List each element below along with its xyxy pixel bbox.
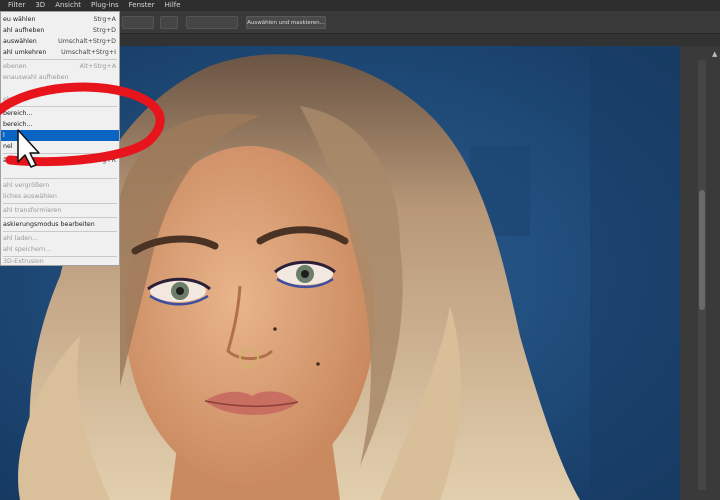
document-tab-bar (120, 34, 720, 46)
menu-item-focus-area[interactable]: bereich... (1, 119, 119, 130)
menu-item-inverse[interactable]: ahl umkehren Umschalt+Strg+I (1, 47, 119, 58)
select-and-mask-button[interactable]: Auswählen und maskieren... (246, 16, 326, 29)
menu-item-subject[interactable]: l (1, 130, 119, 141)
menu-ansicht[interactable]: Ansicht (50, 0, 86, 11)
menu-separator (3, 178, 117, 179)
menu-separator (3, 231, 117, 232)
menu-plugins[interactable]: Plug-ins (86, 0, 124, 11)
menu-separator (3, 106, 117, 107)
menu-item-all-layers[interactable]: ebenen Alt+Strg+A (1, 61, 119, 72)
options-field-2[interactable] (186, 16, 238, 29)
menu-item-isolate-layers[interactable]: ebenen (1, 94, 119, 105)
menu-fenster[interactable]: Fenster (124, 0, 160, 11)
menu-item-select-and-mask[interactable]: ählen und maskieren... Alt+Strg+R (1, 155, 119, 166)
menu-item-deselect-layers[interactable]: enauswahl aufheben (1, 72, 119, 83)
menu-item-similar[interactable]: liches auswählen (1, 191, 119, 202)
scroll-up-icon[interactable]: ▲ (712, 50, 717, 58)
menu-item-reselect[interactable]: auswählen Umschalt+Strg+D (1, 36, 119, 47)
menu-bar: Filter 3D Ansicht Plug-ins Fenster Hilfe (0, 0, 720, 11)
menu-item-find-layers[interactable]: Alt+Umschalt+Strg+F (1, 83, 119, 94)
options-dropdown[interactable] (122, 16, 154, 29)
menu-filter[interactable]: Filter (0, 0, 30, 11)
menu-item-select-all[interactable]: eu wählen Strg+A (1, 14, 119, 25)
scrollbar-thumb[interactable] (699, 190, 705, 310)
menu-item-3d-extrusion[interactable]: 3D-Extrusion (1, 256, 119, 267)
menu-item-color-range[interactable]: bereich... (1, 108, 119, 119)
menu-item-deselect[interactable]: ahl aufheben Strg+D (1, 25, 119, 36)
menu-item-sky[interactable]: nel (1, 141, 119, 152)
menu-item-save-selection[interactable]: ahl speichern... (1, 244, 119, 255)
menu-separator (3, 217, 117, 218)
menu-hilfe[interactable]: Hilfe (160, 0, 186, 11)
menu-item-quick-mask[interactable]: askierungsmodus bearbeiten (1, 219, 119, 230)
menu-separator (3, 203, 117, 204)
menu-3d[interactable]: 3D (30, 0, 50, 11)
menu-item-modify[interactable] (1, 166, 119, 177)
menu-separator (3, 59, 117, 60)
menu-separator (3, 153, 117, 154)
select-menu-dropdown: eu wählen Strg+A ahl aufheben Strg+D auswä… (0, 11, 120, 266)
options-field[interactable] (160, 16, 178, 29)
menu-item-grow[interactable]: ahl vergrößern (1, 180, 119, 191)
menu-item-transform-selection[interactable]: ahl transformieren (1, 205, 119, 216)
menu-item-load-selection[interactable]: ahl laden... (1, 233, 119, 244)
